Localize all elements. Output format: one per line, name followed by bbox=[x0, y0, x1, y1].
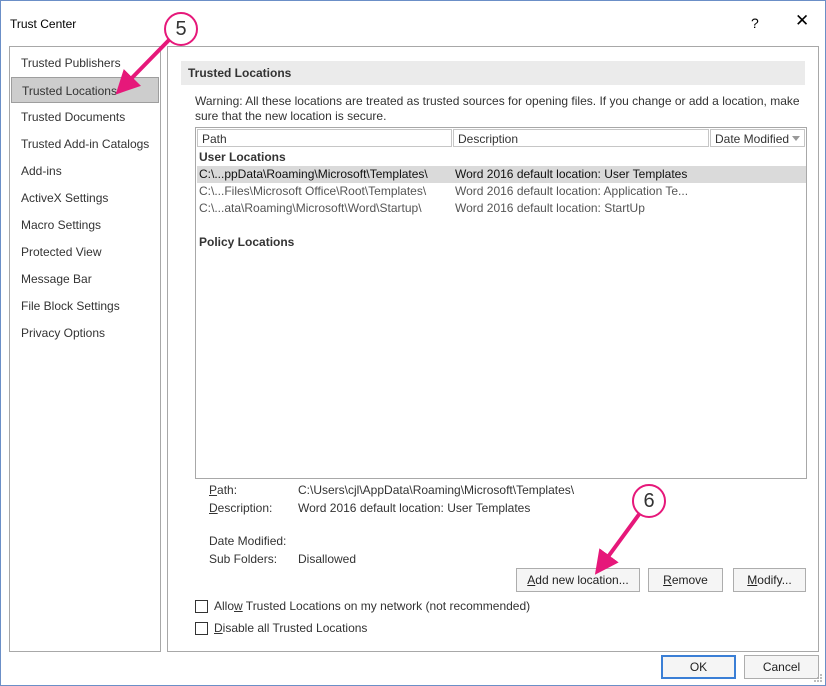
window-title: Trust Center bbox=[10, 17, 77, 31]
row-path: C:\...ata\Roaming\Microsoft\Word\Startup… bbox=[199, 201, 422, 215]
detail-date-modified-label: Date Modified: bbox=[209, 534, 287, 548]
allow-network-checkbox[interactable] bbox=[195, 600, 208, 613]
remove-button[interactable]: Remove bbox=[648, 568, 723, 592]
modify-button-accel: M bbox=[747, 573, 758, 587]
section-title: Trusted Locations bbox=[181, 61, 805, 85]
allow-network-accel: w bbox=[234, 599, 243, 613]
sidebar-item-file-block-settings[interactable]: File Block Settings bbox=[11, 293, 159, 319]
sort-arrow-icon bbox=[792, 136, 800, 141]
locations-list[interactable]: Path Description Date Modified User Loca… bbox=[195, 127, 807, 479]
disable-all-checkbox-row[interactable]: Disable all Trusted Locations bbox=[195, 620, 395, 636]
close-button[interactable]: ✕ bbox=[795, 11, 809, 31]
column-header-date-modified[interactable]: Date Modified bbox=[710, 129, 805, 147]
row-description: Word 2016 default location: Application … bbox=[455, 184, 689, 198]
detail-sub-folders-value: Disallowed bbox=[298, 552, 357, 566]
detail-path-value: C:\Users\cjl\AppData\Roaming\Microsoft\T… bbox=[298, 483, 575, 497]
row-path: C:\...Files\Microsoft Office\Root\Templa… bbox=[199, 184, 427, 198]
row-description: Word 2016 default location: User Templat… bbox=[455, 167, 688, 181]
sidebar-item-macro-settings[interactable]: Macro Settings bbox=[11, 212, 159, 238]
column-header-path[interactable]: Path bbox=[197, 129, 452, 147]
group-label-user-locations: User Locations bbox=[199, 150, 286, 164]
warning-text: Warning: All these locations are treated… bbox=[195, 94, 800, 123]
detail-path-label-rest: ath: bbox=[217, 483, 238, 497]
table-row[interactable]: C:\...ppData\Roaming\Microsoft\Templates… bbox=[197, 166, 806, 183]
help-button[interactable]: ? bbox=[751, 15, 759, 31]
row-path: C:\...ppData\Roaming\Microsoft\Templates… bbox=[199, 167, 428, 181]
sidebar: Trusted Publishers Trusted Locations Tru… bbox=[9, 46, 161, 652]
title-bar: Trust Center ? ✕ bbox=[1, 1, 825, 41]
column-header-date-modified-label: Date Modified bbox=[715, 132, 790, 146]
sidebar-item-addins[interactable]: Add-ins bbox=[11, 158, 159, 184]
detail-sub-folders-label: Sub Folders: bbox=[209, 552, 278, 566]
cancel-button[interactable]: Cancel bbox=[744, 655, 819, 679]
resize-grip-icon[interactable] bbox=[813, 673, 823, 683]
remove-button-rest: emove bbox=[671, 573, 708, 587]
table-row[interactable]: C:\...ata\Roaming\Microsoft\Word\Startup… bbox=[197, 200, 806, 217]
sidebar-item-trusted-addin-catalogs[interactable]: Trusted Add-in Catalogs bbox=[11, 131, 159, 157]
remove-button-accel: R bbox=[663, 573, 672, 587]
detail-path-label: Path: bbox=[209, 483, 237, 497]
annotation-step-6: 6 bbox=[632, 484, 666, 518]
sidebar-item-trusted-documents[interactable]: Trusted Documents bbox=[11, 104, 159, 130]
content-panel: Trusted Locations Warning: All these loc… bbox=[167, 46, 819, 652]
sidebar-item-protected-view[interactable]: Protected View bbox=[11, 239, 159, 265]
table-row[interactable]: C:\...Files\Microsoft Office\Root\Templa… bbox=[197, 183, 806, 200]
detail-description-label: Description: bbox=[209, 501, 272, 515]
add-new-location-button[interactable]: Add new location... bbox=[516, 568, 640, 592]
detail-description-value: Word 2016 default location: User Templat… bbox=[298, 501, 531, 515]
group-label-policy-locations: Policy Locations bbox=[199, 235, 295, 249]
sidebar-item-message-bar[interactable]: Message Bar bbox=[11, 266, 159, 292]
sidebar-item-privacy-options[interactable]: Privacy Options bbox=[11, 320, 159, 346]
annotation-step-5: 5 bbox=[164, 12, 198, 46]
detail-path-label-accel: P bbox=[209, 483, 218, 497]
detail-description-label-rest: escription: bbox=[217, 501, 273, 515]
trust-center-dialog: Trust Center ? ✕ Trusted Publishers Trus… bbox=[0, 0, 826, 686]
modify-button-rest: odify... bbox=[757, 573, 792, 587]
allow-network-label: Allow Trusted Locations on my network (n… bbox=[214, 599, 531, 613]
disable-all-checkbox[interactable] bbox=[195, 622, 208, 635]
allow-network-checkbox-row[interactable]: Allow Trusted Locations on my network (n… bbox=[195, 598, 555, 614]
disable-all-label: Disable all Trusted Locations bbox=[214, 621, 368, 635]
add-button-rest: dd new location... bbox=[535, 573, 629, 587]
sidebar-item-trusted-publishers[interactable]: Trusted Publishers bbox=[11, 50, 159, 76]
detail-description-label-accel: D bbox=[209, 501, 218, 515]
modify-button[interactable]: Modify... bbox=[733, 568, 806, 592]
disable-all-accel: D bbox=[214, 621, 223, 635]
sidebar-item-trusted-locations[interactable]: Trusted Locations bbox=[11, 77, 159, 103]
row-description: Word 2016 default location: StartUp bbox=[455, 201, 645, 215]
sidebar-item-activex-settings[interactable]: ActiveX Settings bbox=[11, 185, 159, 211]
column-header-description[interactable]: Description bbox=[453, 129, 709, 147]
ok-button[interactable]: OK bbox=[661, 655, 736, 679]
